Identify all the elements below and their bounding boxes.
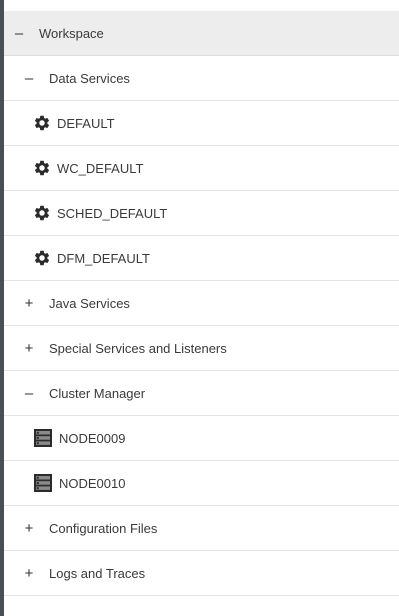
tree-item-default[interactable]: DEFAULT	[4, 101, 399, 146]
gear-icon	[33, 159, 51, 177]
tree-node-data-services[interactable]: – Data Services	[4, 56, 399, 101]
tree-item-label: NODE0010	[59, 475, 126, 491]
collapse-icon[interactable]: –	[23, 386, 35, 401]
expand-icon[interactable]: +	[23, 341, 35, 356]
tree-item-dfm-default[interactable]: DFM_DEFAULT	[4, 236, 399, 281]
tree-node-workspace[interactable]: – Workspace	[4, 11, 399, 56]
tree-item-sched-default[interactable]: SCHED_DEFAULT	[4, 191, 399, 236]
tree-node-label: Workspace	[39, 25, 104, 41]
workspace-tree: – Workspace – Data Services DEFAULT WC_D…	[4, 11, 399, 596]
tree-node-label: Java Services	[49, 295, 130, 311]
expand-icon[interactable]: +	[23, 566, 35, 581]
server-icon	[33, 428, 53, 448]
tree-item-label: DEFAULT	[57, 115, 115, 131]
tree-node-label: Logs and Traces	[49, 565, 146, 581]
collapse-icon[interactable]: –	[13, 26, 25, 41]
tree-item-wc-default[interactable]: WC_DEFAULT	[4, 146, 399, 191]
gear-icon	[33, 249, 51, 267]
gear-icon	[33, 114, 51, 132]
tree-node-java-services[interactable]: + Java Services	[4, 281, 399, 326]
tree-node-configuration-files[interactable]: + Configuration Files	[4, 506, 399, 551]
gear-icon	[33, 204, 51, 222]
tree-node-logs-and-traces[interactable]: + Logs and Traces	[4, 551, 399, 596]
tree-item-node0009[interactable]: NODE0009	[4, 416, 399, 461]
tree-node-cluster-manager[interactable]: – Cluster Manager	[4, 371, 399, 416]
collapse-icon[interactable]: –	[23, 71, 35, 86]
expand-icon[interactable]: +	[23, 296, 35, 311]
tree-item-label: WC_DEFAULT	[57, 160, 144, 176]
tree-node-label: Configuration Files	[49, 520, 158, 536]
tree-item-label: SCHED_DEFAULT	[57, 205, 168, 221]
tree-item-label: DFM_DEFAULT	[57, 250, 150, 266]
expand-icon[interactable]: +	[23, 521, 35, 536]
tree-node-label: Special Services and Listeners	[49, 340, 227, 356]
tree-node-label: Cluster Manager	[49, 385, 146, 401]
tree-item-node0010[interactable]: NODE0010	[4, 461, 399, 506]
tree-node-label: Data Services	[49, 70, 130, 86]
tree-item-label: NODE0009	[59, 430, 126, 446]
server-icon	[33, 473, 53, 493]
tree-node-special-services[interactable]: + Special Services and Listeners	[4, 326, 399, 371]
